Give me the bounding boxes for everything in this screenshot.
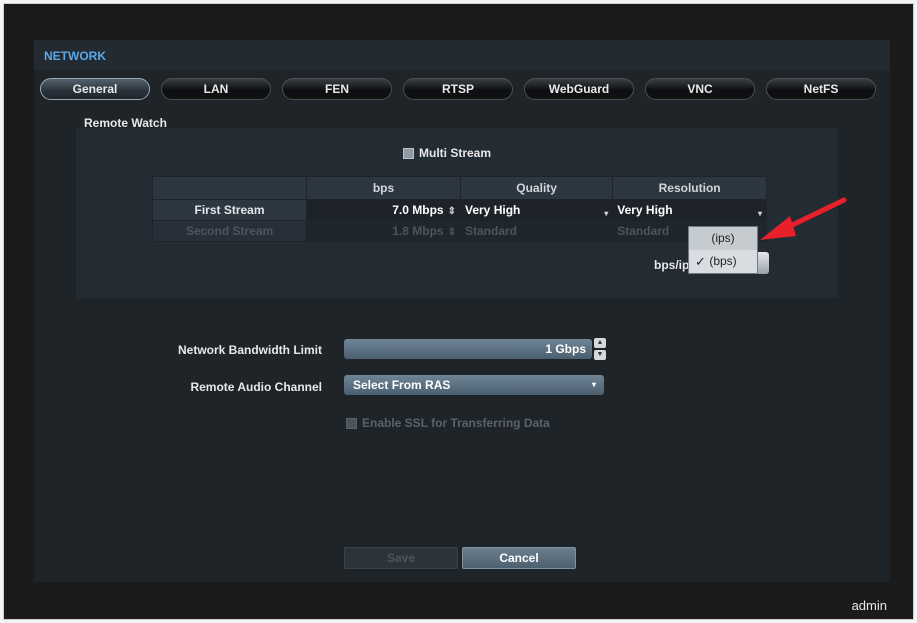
tab-netfs[interactable]: NetFS bbox=[766, 78, 876, 100]
caret-down-icon: ▾ bbox=[604, 209, 609, 218]
tab-general[interactable]: General bbox=[40, 78, 150, 100]
bandwidth-label: Network Bandwidth Limit bbox=[178, 343, 322, 357]
dropdown-option-ips[interactable]: (ips) bbox=[689, 227, 757, 250]
resolution-select[interactable]: Very High ▾ bbox=[612, 199, 767, 221]
stepper-up-icon[interactable]: ▲ bbox=[594, 338, 606, 348]
bps-value: 1.8 Mbps bbox=[392, 224, 444, 238]
row-label: First Stream bbox=[152, 199, 307, 221]
stepper-down-icon[interactable]: ▼ bbox=[594, 350, 606, 360]
column-header: Quality bbox=[459, 176, 614, 200]
caret-down-icon: ▾ bbox=[591, 380, 596, 389]
tab-webguard[interactable]: WebGuard bbox=[524, 78, 634, 100]
tab-vnc[interactable]: VNC bbox=[645, 78, 755, 100]
resolution-value: Very High bbox=[617, 203, 673, 217]
save-button[interactable]: Save bbox=[344, 547, 458, 569]
checkbox-icon bbox=[346, 417, 357, 429]
ssl-checkbox: Enable SSL for Transferring Data bbox=[346, 416, 550, 430]
spin-icon: ⇕ bbox=[447, 227, 456, 238]
row-label: Second Stream bbox=[152, 220, 307, 242]
cancel-button[interactable]: Cancel bbox=[462, 547, 576, 569]
tab-lan[interactable]: LAN bbox=[161, 78, 271, 100]
user-label: admin bbox=[851, 598, 887, 613]
bandwidth-value: 1 Gbps bbox=[545, 342, 586, 356]
quality-select: Standard bbox=[459, 220, 614, 242]
window-title: NETWORK bbox=[44, 49, 106, 63]
multi-stream-checkbox[interactable]: Multi Stream bbox=[403, 146, 491, 160]
dropdown-handle[interactable] bbox=[758, 252, 769, 274]
tab-bar: General LAN FEN RTSP WebGuard VNC NetFS bbox=[40, 78, 878, 100]
audio-channel-select[interactable]: Select From RAS ▾ bbox=[344, 375, 604, 395]
red-arrow-icon bbox=[760, 197, 847, 240]
bps-ips-label: bps/ip bbox=[654, 258, 690, 272]
ssl-label: Enable SSL for Transferring Data bbox=[362, 416, 550, 430]
bandwidth-stepper[interactable]: ▲ ▼ bbox=[594, 338, 606, 360]
spin-icon[interactable]: ⇕ bbox=[448, 206, 456, 217]
column-header bbox=[152, 176, 307, 200]
table-row: First Stream 7.0 Mbps ⇕ Very High ▾ Very H… bbox=[152, 199, 767, 221]
bps-spinner: 1.8 Mbps ⇕ bbox=[306, 220, 461, 242]
table-row: Second Stream 1.8 Mbps ⇕ Standard Standar… bbox=[152, 220, 767, 242]
checkmark-icon: ✓ bbox=[695, 254, 706, 269]
bps-spinner[interactable]: 7.0 Mbps ⇕ bbox=[306, 199, 461, 221]
quality-select[interactable]: Very High ▾ bbox=[459, 199, 614, 221]
dropdown-option-bps[interactable]: ✓ (bps) bbox=[689, 250, 757, 273]
title-bar: NETWORK bbox=[34, 40, 890, 70]
column-header: Resolution bbox=[612, 176, 767, 200]
quality-value: Very High bbox=[465, 203, 521, 217]
tab-fen[interactable]: FEN bbox=[282, 78, 392, 100]
checkbox-icon bbox=[403, 147, 414, 159]
multi-stream-label: Multi Stream bbox=[419, 146, 492, 160]
quality-value: Standard bbox=[465, 224, 518, 238]
column-header: bps bbox=[306, 176, 461, 200]
bandwidth-input[interactable]: 1 Gbps bbox=[344, 339, 592, 359]
bps-value: 7.0 Mbps bbox=[392, 203, 444, 217]
resolution-value: Standard bbox=[617, 224, 670, 238]
tab-rtsp[interactable]: RTSP bbox=[403, 78, 513, 100]
stream-table: bps Quality Resolution First Stream 7.0 … bbox=[152, 176, 767, 242]
table-header-row: bps Quality Resolution bbox=[152, 176, 767, 200]
bps-ips-dropdown[interactable]: (ips) ✓ (bps) bbox=[688, 226, 758, 274]
audio-channel-value: Select From RAS bbox=[353, 378, 451, 392]
audio-channel-label: Remote Audio Channel bbox=[190, 380, 322, 394]
dropdown-option-label: (bps) bbox=[709, 254, 737, 268]
